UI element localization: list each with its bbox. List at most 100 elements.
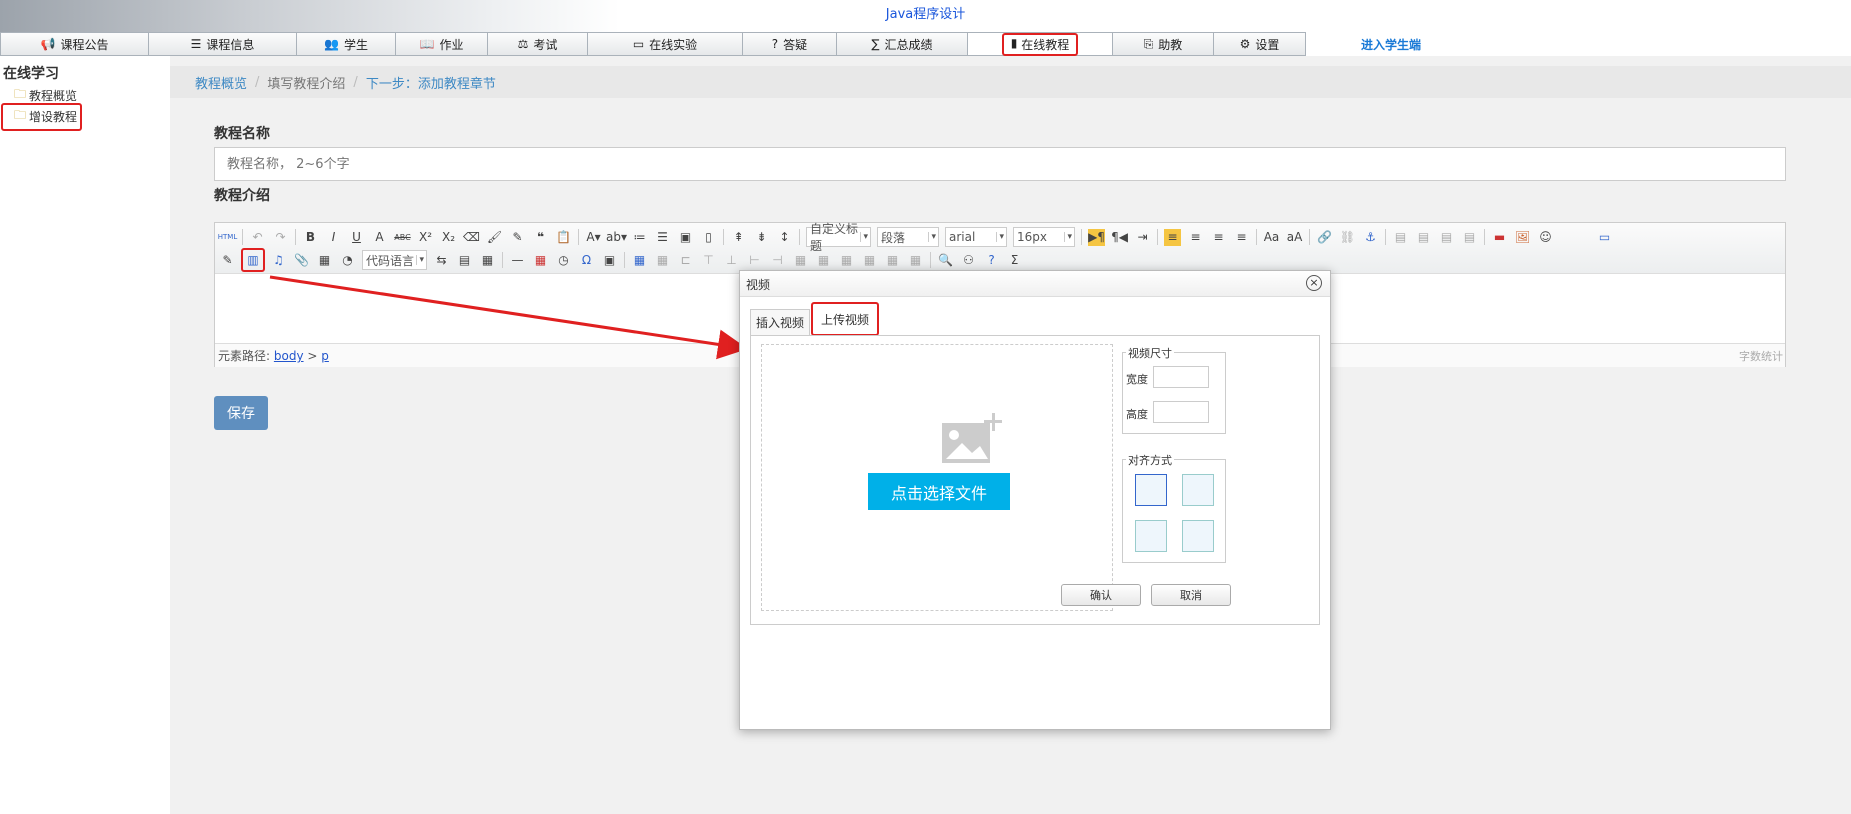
template-icon[interactable]: ▤ [456,252,473,269]
horizontal-rule-icon[interactable]: — [509,252,526,269]
merge-down-icon[interactable]: ▦ [838,252,855,269]
align-left-option-icon[interactable] [1182,474,1214,506]
image-right-icon[interactable]: ▤ [1438,229,1455,246]
video-width-input[interactable] [1153,366,1209,388]
cancel-button[interactable]: 取消 [1151,584,1231,606]
quote-icon[interactable]: ❝ [532,229,549,246]
uppercase-icon[interactable]: Aa [1263,229,1280,246]
nav-course-info[interactable]: ☰ 课程信息 [149,32,297,56]
image-center-icon[interactable]: ▤ [1461,229,1478,246]
align-right-option-icon[interactable] [1135,520,1167,552]
insert-frame-icon[interactable]: ◔ [339,252,356,269]
split-rows-icon[interactable]: ▦ [884,252,901,269]
merge-right-icon[interactable]: ▦ [815,252,832,269]
help-icon[interactable]: ? [983,252,1000,269]
align-center-option-icon[interactable] [1182,520,1214,552]
auto-format-icon[interactable]: ✎ [509,229,526,246]
breadcrumb-next[interactable]: 下一步：添加教程章节 [366,73,496,92]
strikethrough-icon[interactable]: ABC [394,229,411,246]
anchor-icon[interactable]: ⚓ [1362,229,1379,246]
lowercase-icon[interactable]: aA [1286,229,1303,246]
row-spacing-bottom-icon[interactable]: ⇟ [753,229,770,246]
italic-icon[interactable]: I [325,229,342,246]
bold-icon[interactable]: B [302,229,319,246]
align-left-icon[interactable]: ≡ [1164,228,1181,246]
spechars-icon[interactable]: ✎ [219,252,236,269]
row-spacing-top-icon[interactable]: ⇞ [730,229,747,246]
font-family-select[interactable]: arial ▾ [945,227,1007,247]
nav-online-lab[interactable]: ▭ 在线实验 [588,32,743,56]
nav-students[interactable]: 👥 学生 [297,32,396,56]
align-center-icon[interactable]: ≡ [1187,229,1204,246]
ltr-icon[interactable]: ▶¶ [1088,228,1105,246]
music-icon[interactable]: ♫ [270,252,287,269]
indent-icon[interactable]: ⇥ [1134,229,1151,246]
choose-file-button[interactable]: 点击选择文件 [868,473,1010,510]
merge-cells-icon[interactable]: ▦ [792,252,809,269]
attachment-icon[interactable]: 📎 [293,252,310,269]
breadcrumb-overview[interactable]: 教程概览 [195,73,247,92]
file-drop-area[interactable]: 点击选择文件 [761,344,1113,611]
preview-icon[interactable]: 🔍 [937,252,954,269]
fullscreen-icon[interactable]: ▭ [1596,229,1613,246]
align-right-icon[interactable]: ≡ [1210,229,1227,246]
redo-icon[interactable]: ↷ [272,229,289,246]
video-height-input[interactable] [1153,401,1209,423]
link-icon[interactable]: 🔗 [1316,229,1333,246]
tab-upload-video[interactable]: 上传视频 [810,302,880,336]
unlink-icon[interactable]: ⛓ [1339,229,1356,246]
align-justify-icon[interactable]: ≡ [1233,229,1250,246]
emotion-icon[interactable]: ☺ [1537,229,1554,246]
code-language-select[interactable]: 代码语言 ▾ [362,250,427,270]
insert-table-icon[interactable]: ▦ [631,252,648,269]
subscript-icon[interactable]: X₂ [440,229,457,246]
nav-homework[interactable]: 📖 作业 [396,32,488,56]
search-replace-icon[interactable]: ⚇ [960,252,977,269]
insert-col-icon[interactable]: ⊢ [746,252,763,269]
omega-icon[interactable]: Ω [578,252,595,269]
font-size-select[interactable]: 16px ▾ [1013,227,1075,247]
image-left-icon[interactable]: ▤ [1415,229,1432,246]
back-color-icon[interactable]: ab▾ [606,229,627,246]
ordered-list-icon[interactable]: ≔ [631,229,648,246]
undo-icon[interactable]: ↶ [249,229,266,246]
align-none-icon[interactable] [1135,474,1167,506]
heading-select[interactable]: 自定义标题 ▾ [806,222,871,253]
paste-text-icon[interactable]: 📋 [555,229,572,246]
sidebar-item-add-tutorial[interactable]: 🗀 增设教程 [0,103,83,131]
word-image-icon[interactable]: ▣ [601,252,618,269]
pagebreak-icon[interactable]: ⇆ [433,252,450,269]
path-body-link[interactable]: body [274,349,304,363]
tab-insert-video[interactable]: 插入视频 [750,309,811,335]
nav-settings[interactable]: ⚙ 设置 [1214,32,1306,56]
sidebar-item-overview[interactable]: 🗀 教程概览 [14,85,77,106]
delete-table-icon[interactable]: ▦ [654,252,671,269]
nav-online-tutorial[interactable]: ▮ 在线教程 [968,32,1113,56]
formula-icon[interactable]: Σ [1006,252,1023,269]
nav-course-announcements[interactable]: 📢 课程公告 [0,32,149,56]
paragraph-select[interactable]: 段落 ▾ [877,227,939,247]
date-icon[interactable]: ▦ [532,252,549,269]
enter-student-side-link[interactable]: 进入学生端 [1306,32,1506,56]
image-none-icon[interactable]: ▤ [1392,229,1409,246]
insert-image-icon[interactable]: 🖼 [1514,229,1531,246]
format-brush-icon[interactable]: 🖌 [486,229,503,246]
nav-exam[interactable]: ⚖ 考试 [488,32,588,56]
font-border-icon[interactable]: A [371,229,388,246]
insert-row-icon[interactable]: ⊤ [700,252,717,269]
nav-assistant[interactable]: ⎘ 助教 [1113,32,1214,56]
close-icon[interactable]: × [1306,275,1322,291]
split-cells-icon[interactable]: ▦ [861,252,878,269]
font-color-icon[interactable]: A▾ [585,229,602,246]
save-button[interactable]: 保存 [214,396,268,430]
html-source-icon[interactable]: HTML [218,229,237,246]
underline-icon[interactable]: U [348,229,365,246]
time-icon[interactable]: ◷ [555,252,572,269]
insert-paragraph-icon[interactable]: ⊏ [677,252,694,269]
simple-upload-icon[interactable]: ▬ [1491,229,1508,246]
delete-row-icon[interactable]: ⊥ [723,252,740,269]
confirm-button[interactable]: 确认 [1061,584,1141,606]
select-all-icon[interactable]: ▣ [677,229,694,246]
delete-col-icon[interactable]: ⊣ [769,252,786,269]
eraser-icon[interactable]: ⌫ [463,229,480,246]
